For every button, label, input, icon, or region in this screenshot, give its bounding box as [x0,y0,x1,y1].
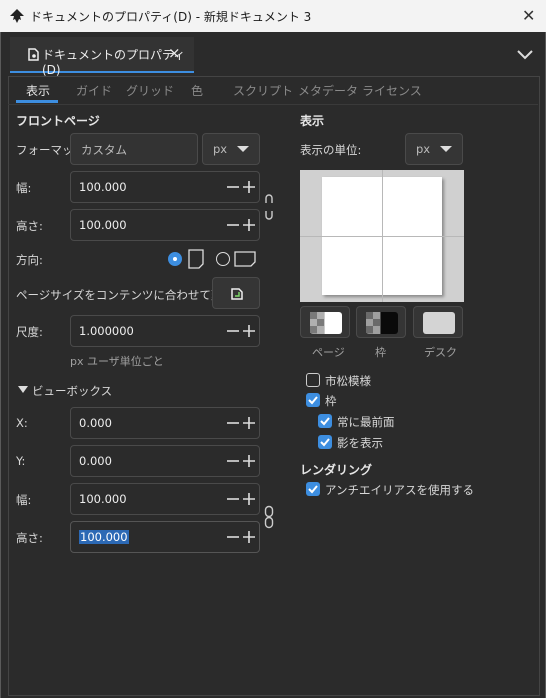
format-value: カスタム [81,143,127,157]
minus-plus-icon[interactable] [223,210,259,240]
viewbox-y-value: 0.000 [79,454,112,468]
viewbox-height-label: 高さ: [16,531,43,545]
portrait-page-icon [188,249,204,269]
resize-to-content-button[interactable] [212,277,260,309]
border-color-label: 枠 [375,346,386,359]
minus-plus-icon[interactable] [223,522,259,552]
minus-plus-icon[interactable] [223,316,259,346]
scale-spinbox[interactable]: 1.000000 [70,315,260,347]
display-unit-value: px [416,142,431,156]
tab-scripting[interactable]: スクリプト [233,82,293,99]
dock-tab[interactable]: ドキュメントのプロパティ(D) × [10,37,194,77]
antialias-label: アンチエイリアスを使用する [325,483,475,497]
page-preview [300,170,464,302]
checkerboard-checkbox[interactable] [306,373,320,387]
desk-color-button[interactable] [413,306,463,338]
antialias-checkbox[interactable] [306,482,320,496]
resize-to-content-label: ページサイズをコンテンツに合わせて変更: [16,288,238,302]
rendering-heading: レンダリング [300,463,373,477]
border-checkbox[interactable] [306,393,320,407]
desk-color-label: デスク [424,346,457,359]
always-on-top-label: 常に最前面 [337,415,395,429]
desk-color-swatch [423,312,455,334]
minus-plus-icon[interactable] [223,172,259,202]
page-color-label: ページ [312,346,345,359]
chevron-down-icon [237,146,249,152]
fit-page-icon [231,288,243,300]
minus-plus-icon[interactable] [223,408,259,438]
height-value: 100.000 [79,218,127,232]
height-spinbox[interactable]: 100.000 [70,209,260,241]
always-on-top-checkbox[interactable] [318,414,332,428]
page-unit-value: px [213,142,228,156]
width-spinbox[interactable]: 100.000 [70,171,260,203]
checkmark-icon [320,417,330,426]
viewbox-height-spinbox[interactable]: 100.000 [70,521,260,553]
checkmark-icon [320,438,330,447]
checkerboard-icon [366,312,380,334]
tab-metadata[interactable]: メタデータ [298,82,358,99]
close-tab-icon[interactable]: × [168,44,181,62]
window-title: ドキュメントのプロパティ(D) - 新規ドキュメント 3 [30,10,312,24]
chevron-down-icon[interactable] [512,41,538,67]
tab-color[interactable]: 色 [191,82,203,99]
page-color-button[interactable] [300,306,350,338]
link-chain-icon[interactable] [264,505,274,529]
format-select[interactable]: カスタム [70,133,198,165]
document-icon [28,48,39,61]
checkmark-icon [308,485,318,494]
scale-label: 尺度: [16,325,43,339]
border-color-swatch [366,312,398,334]
viewbox-y-label: Y: [16,454,26,468]
scale-hint: px ユーザ単位ごと [70,355,164,368]
front-page-heading: フロントページ [16,114,100,128]
landscape-radio[interactable] [216,252,230,266]
display-unit-select[interactable]: px [405,133,463,165]
viewbox-width-value: 100.000 [79,492,127,506]
close-window-icon[interactable]: ✕ [522,6,535,25]
scale-value: 1.000000 [79,324,134,338]
tab-separator [8,104,538,105]
show-shadow-label: 影を表示 [337,436,383,450]
width-label: 幅: [16,181,32,195]
viewbox-y-spinbox[interactable]: 0.000 [70,445,260,477]
minus-plus-icon[interactable] [223,484,259,514]
expander-arrow-icon[interactable] [18,386,28,393]
height-label: 高さ: [16,219,43,233]
orientation-label: 方向: [16,253,43,267]
tab-grids[interactable]: グリッド [126,82,174,99]
show-shadow-checkbox[interactable] [318,435,332,449]
title-bar: ドキュメントのプロパティ(D) - 新規ドキュメント 3 ✕ [0,0,546,32]
display-unit-label: 表示の単位: [300,143,362,157]
unlink-chain-icon[interactable] [264,194,274,220]
border-label: 枠 [325,394,337,408]
portrait-radio[interactable] [168,252,182,266]
chevron-down-icon [440,146,452,152]
landscape-page-icon [234,251,256,267]
viewbox-x-value: 0.000 [79,416,112,430]
viewbox-x-spinbox[interactable]: 0.000 [70,407,260,439]
page-unit-select[interactable]: px [202,133,260,165]
width-value: 100.000 [79,180,127,194]
minus-plus-icon[interactable] [223,446,259,476]
tab-display[interactable]: 表示 [26,82,50,99]
viewbox-x-label: X: [16,416,28,430]
inkscape-icon [10,9,24,23]
tab-license[interactable]: ライセンス [362,82,422,99]
viewbox-height-value: 100.000 [79,530,129,544]
page-color-swatch [310,312,342,334]
checkerboard-icon [310,312,324,334]
active-tab-indicator [16,100,58,103]
viewbox-width-label: 幅: [16,493,32,507]
preview-guide-horizontal [300,236,464,237]
checkerboard-label: 市松模様 [325,374,371,388]
display-heading: 表示 [300,114,325,128]
viewbox-heading[interactable]: ビューボックス [32,383,112,399]
border-color-button[interactable] [356,306,406,338]
checkmark-icon [308,396,318,405]
viewbox-width-spinbox[interactable]: 100.000 [70,483,260,515]
tab-guides[interactable]: ガイド [76,82,112,99]
